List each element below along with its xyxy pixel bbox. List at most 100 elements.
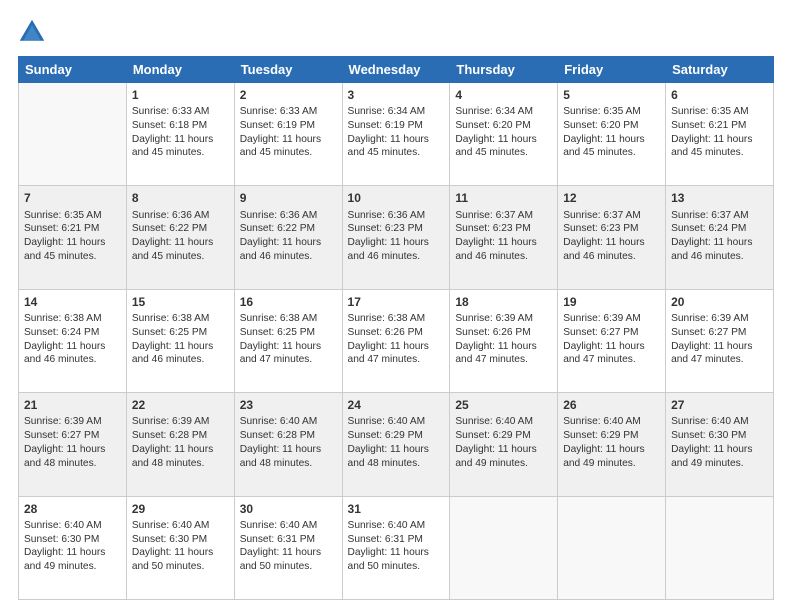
- calendar-day-cell: 28Sunrise: 6:40 AMSunset: 6:30 PMDayligh…: [19, 496, 127, 599]
- daylight-text: Daylight: 11 hours and 46 minutes.: [455, 237, 536, 262]
- calendar-day-cell: 16Sunrise: 6:38 AMSunset: 6:25 PMDayligh…: [234, 289, 342, 392]
- sunrise-text: Sunrise: 6:36 AM: [348, 210, 426, 221]
- day-number: 11: [455, 190, 552, 206]
- daylight-text: Daylight: 11 hours and 45 minutes.: [24, 237, 105, 262]
- day-number: 29: [132, 501, 229, 517]
- daylight-text: Daylight: 11 hours and 46 minutes.: [132, 341, 213, 366]
- daylight-text: Daylight: 11 hours and 48 minutes.: [240, 444, 321, 469]
- sunrise-text: Sunrise: 6:37 AM: [671, 210, 749, 221]
- calendar-day-cell: 27Sunrise: 6:40 AMSunset: 6:30 PMDayligh…: [666, 393, 774, 496]
- day-number: 22: [132, 397, 229, 413]
- calendar-day-cell: 5Sunrise: 6:35 AMSunset: 6:20 PMDaylight…: [558, 83, 666, 186]
- day-number: 31: [348, 501, 445, 517]
- sunset-text: Sunset: 6:21 PM: [671, 120, 746, 131]
- day-number: 14: [24, 294, 121, 310]
- day-number: 18: [455, 294, 552, 310]
- daylight-text: Daylight: 11 hours and 45 minutes.: [132, 134, 213, 159]
- calendar-day-cell: [558, 496, 666, 599]
- sunset-text: Sunset: 6:24 PM: [24, 327, 99, 338]
- calendar-day-cell: 29 Sunrise: 6:40 AM Sunset: 6:30 PM Dayligh…: [126, 496, 234, 599]
- daylight-text: Daylight: 11 hours and 47 minutes.: [671, 341, 752, 366]
- calendar-day-cell: 18Sunrise: 6:39 AMSunset: 6:26 PMDayligh…: [450, 289, 558, 392]
- calendar-week-row: 14 Sunrise: 6:38 AM Sunset: 6:24 PM Dayligh…: [19, 289, 774, 392]
- sunrise-text: Sunrise: 6:37 AM: [563, 210, 641, 221]
- daylight-text: Daylight: 11 hours and 50 minutes.: [348, 547, 429, 572]
- sunrise-text: Sunrise: 6:38 AM: [24, 313, 102, 324]
- calendar-day-cell: 31Sunrise: 6:40 AMSunset: 6:31 PMDayligh…: [342, 496, 450, 599]
- sunrise-text: Sunrise: 6:36 AM: [132, 210, 210, 221]
- header: [18, 18, 774, 46]
- sunset-text: Sunset: 6:27 PM: [671, 327, 746, 338]
- sunrise-text: Sunrise: 6:40 AM: [348, 520, 426, 531]
- day-number: 15: [132, 294, 229, 310]
- calendar-day-cell: 10Sunrise: 6:36 AMSunset: 6:23 PMDayligh…: [342, 186, 450, 289]
- sunset-text: Sunset: 6:23 PM: [563, 223, 638, 234]
- day-number: 26: [563, 397, 660, 413]
- calendar-day-cell: 11Sunrise: 6:37 AMSunset: 6:23 PMDayligh…: [450, 186, 558, 289]
- weekday-header: Tuesday: [234, 57, 342, 83]
- logo-icon: [18, 18, 46, 46]
- daylight-text: Daylight: 11 hours and 49 minutes.: [671, 444, 752, 469]
- daylight-text: Daylight: 11 hours and 50 minutes.: [132, 547, 213, 572]
- weekday-header: Thursday: [450, 57, 558, 83]
- daylight-text: Daylight: 11 hours and 48 minutes.: [348, 444, 429, 469]
- day-number: 8: [132, 190, 229, 206]
- calendar-table: SundayMondayTuesdayWednesdayThursdayFrid…: [18, 56, 774, 600]
- day-number: 19: [563, 294, 660, 310]
- calendar-day-cell: 1Sunrise: 6:33 AMSunset: 6:18 PMDaylight…: [126, 83, 234, 186]
- calendar-day-cell: 12Sunrise: 6:37 AMSunset: 6:23 PMDayligh…: [558, 186, 666, 289]
- sunrise-text: Sunrise: 6:33 AM: [240, 106, 318, 117]
- sunset-text: Sunset: 6:29 PM: [348, 430, 423, 441]
- sunset-text: Sunset: 6:28 PM: [240, 430, 315, 441]
- calendar-day-cell: 7Sunrise: 6:35 AMSunset: 6:21 PMDaylight…: [19, 186, 127, 289]
- daylight-text: Daylight: 11 hours and 45 minutes.: [348, 134, 429, 159]
- sunset-text: Sunset: 6:29 PM: [455, 430, 530, 441]
- sunset-text: Sunset: 6:25 PM: [240, 327, 315, 338]
- daylight-text: Daylight: 11 hours and 47 minutes.: [240, 341, 321, 366]
- daylight-text: Daylight: 11 hours and 49 minutes.: [455, 444, 536, 469]
- day-number: 7: [24, 190, 121, 206]
- daylight-text: Daylight: 11 hours and 45 minutes.: [240, 134, 321, 159]
- sunset-text: Sunset: 6:19 PM: [240, 120, 315, 131]
- calendar-day-cell: 9Sunrise: 6:36 AMSunset: 6:22 PMDaylight…: [234, 186, 342, 289]
- sunrise-text: Sunrise: 6:40 AM: [132, 520, 210, 531]
- calendar-week-row: 21Sunrise: 6:39 AMSunset: 6:27 PMDayligh…: [19, 393, 774, 496]
- sunset-text: Sunset: 6:22 PM: [132, 223, 207, 234]
- sunset-text: Sunset: 6:30 PM: [671, 430, 746, 441]
- sunrise-text: Sunrise: 6:35 AM: [563, 106, 641, 117]
- sunset-text: Sunset: 6:30 PM: [132, 534, 207, 545]
- calendar-day-cell: [19, 83, 127, 186]
- sunset-text: Sunset: 6:21 PM: [24, 223, 99, 234]
- day-number: 27: [671, 397, 768, 413]
- sunset-text: Sunset: 6:27 PM: [24, 430, 99, 441]
- sunrise-text: Sunrise: 6:39 AM: [132, 416, 210, 427]
- calendar-day-cell: 4Sunrise: 6:34 AMSunset: 6:20 PMDaylight…: [450, 83, 558, 186]
- sunset-text: Sunset: 6:30 PM: [24, 534, 99, 545]
- daylight-text: Daylight: 11 hours and 46 minutes.: [563, 237, 644, 262]
- sunrise-text: Sunrise: 6:39 AM: [563, 313, 641, 324]
- sunrise-text: Sunrise: 6:34 AM: [348, 106, 426, 117]
- sunrise-text: Sunrise: 6:33 AM: [132, 106, 210, 117]
- sunset-text: Sunset: 6:28 PM: [132, 430, 207, 441]
- day-number: 4: [455, 87, 552, 103]
- day-number: 3: [348, 87, 445, 103]
- calendar-day-cell: 22Sunrise: 6:39 AMSunset: 6:28 PMDayligh…: [126, 393, 234, 496]
- page: SundayMondayTuesdayWednesdayThursdayFrid…: [0, 0, 792, 612]
- calendar-day-cell: [450, 496, 558, 599]
- day-number: 20: [671, 294, 768, 310]
- calendar-day-cell: 25Sunrise: 6:40 AMSunset: 6:29 PMDayligh…: [450, 393, 558, 496]
- daylight-text: Daylight: 11 hours and 45 minutes.: [563, 134, 644, 159]
- sunrise-text: Sunrise: 6:40 AM: [348, 416, 426, 427]
- calendar-week-row: 7Sunrise: 6:35 AMSunset: 6:21 PMDaylight…: [19, 186, 774, 289]
- sunrise-text: Sunrise: 6:38 AM: [132, 313, 210, 324]
- day-number: 28: [24, 501, 121, 517]
- day-number: 2: [240, 87, 337, 103]
- day-number: 16: [240, 294, 337, 310]
- sunrise-text: Sunrise: 6:34 AM: [455, 106, 533, 117]
- sunset-text: Sunset: 6:20 PM: [455, 120, 530, 131]
- day-number: 17: [348, 294, 445, 310]
- sunset-text: Sunset: 6:31 PM: [240, 534, 315, 545]
- calendar-day-cell: [666, 496, 774, 599]
- calendar-header-row: SundayMondayTuesdayWednesdayThursdayFrid…: [19, 57, 774, 83]
- day-number: 5: [563, 87, 660, 103]
